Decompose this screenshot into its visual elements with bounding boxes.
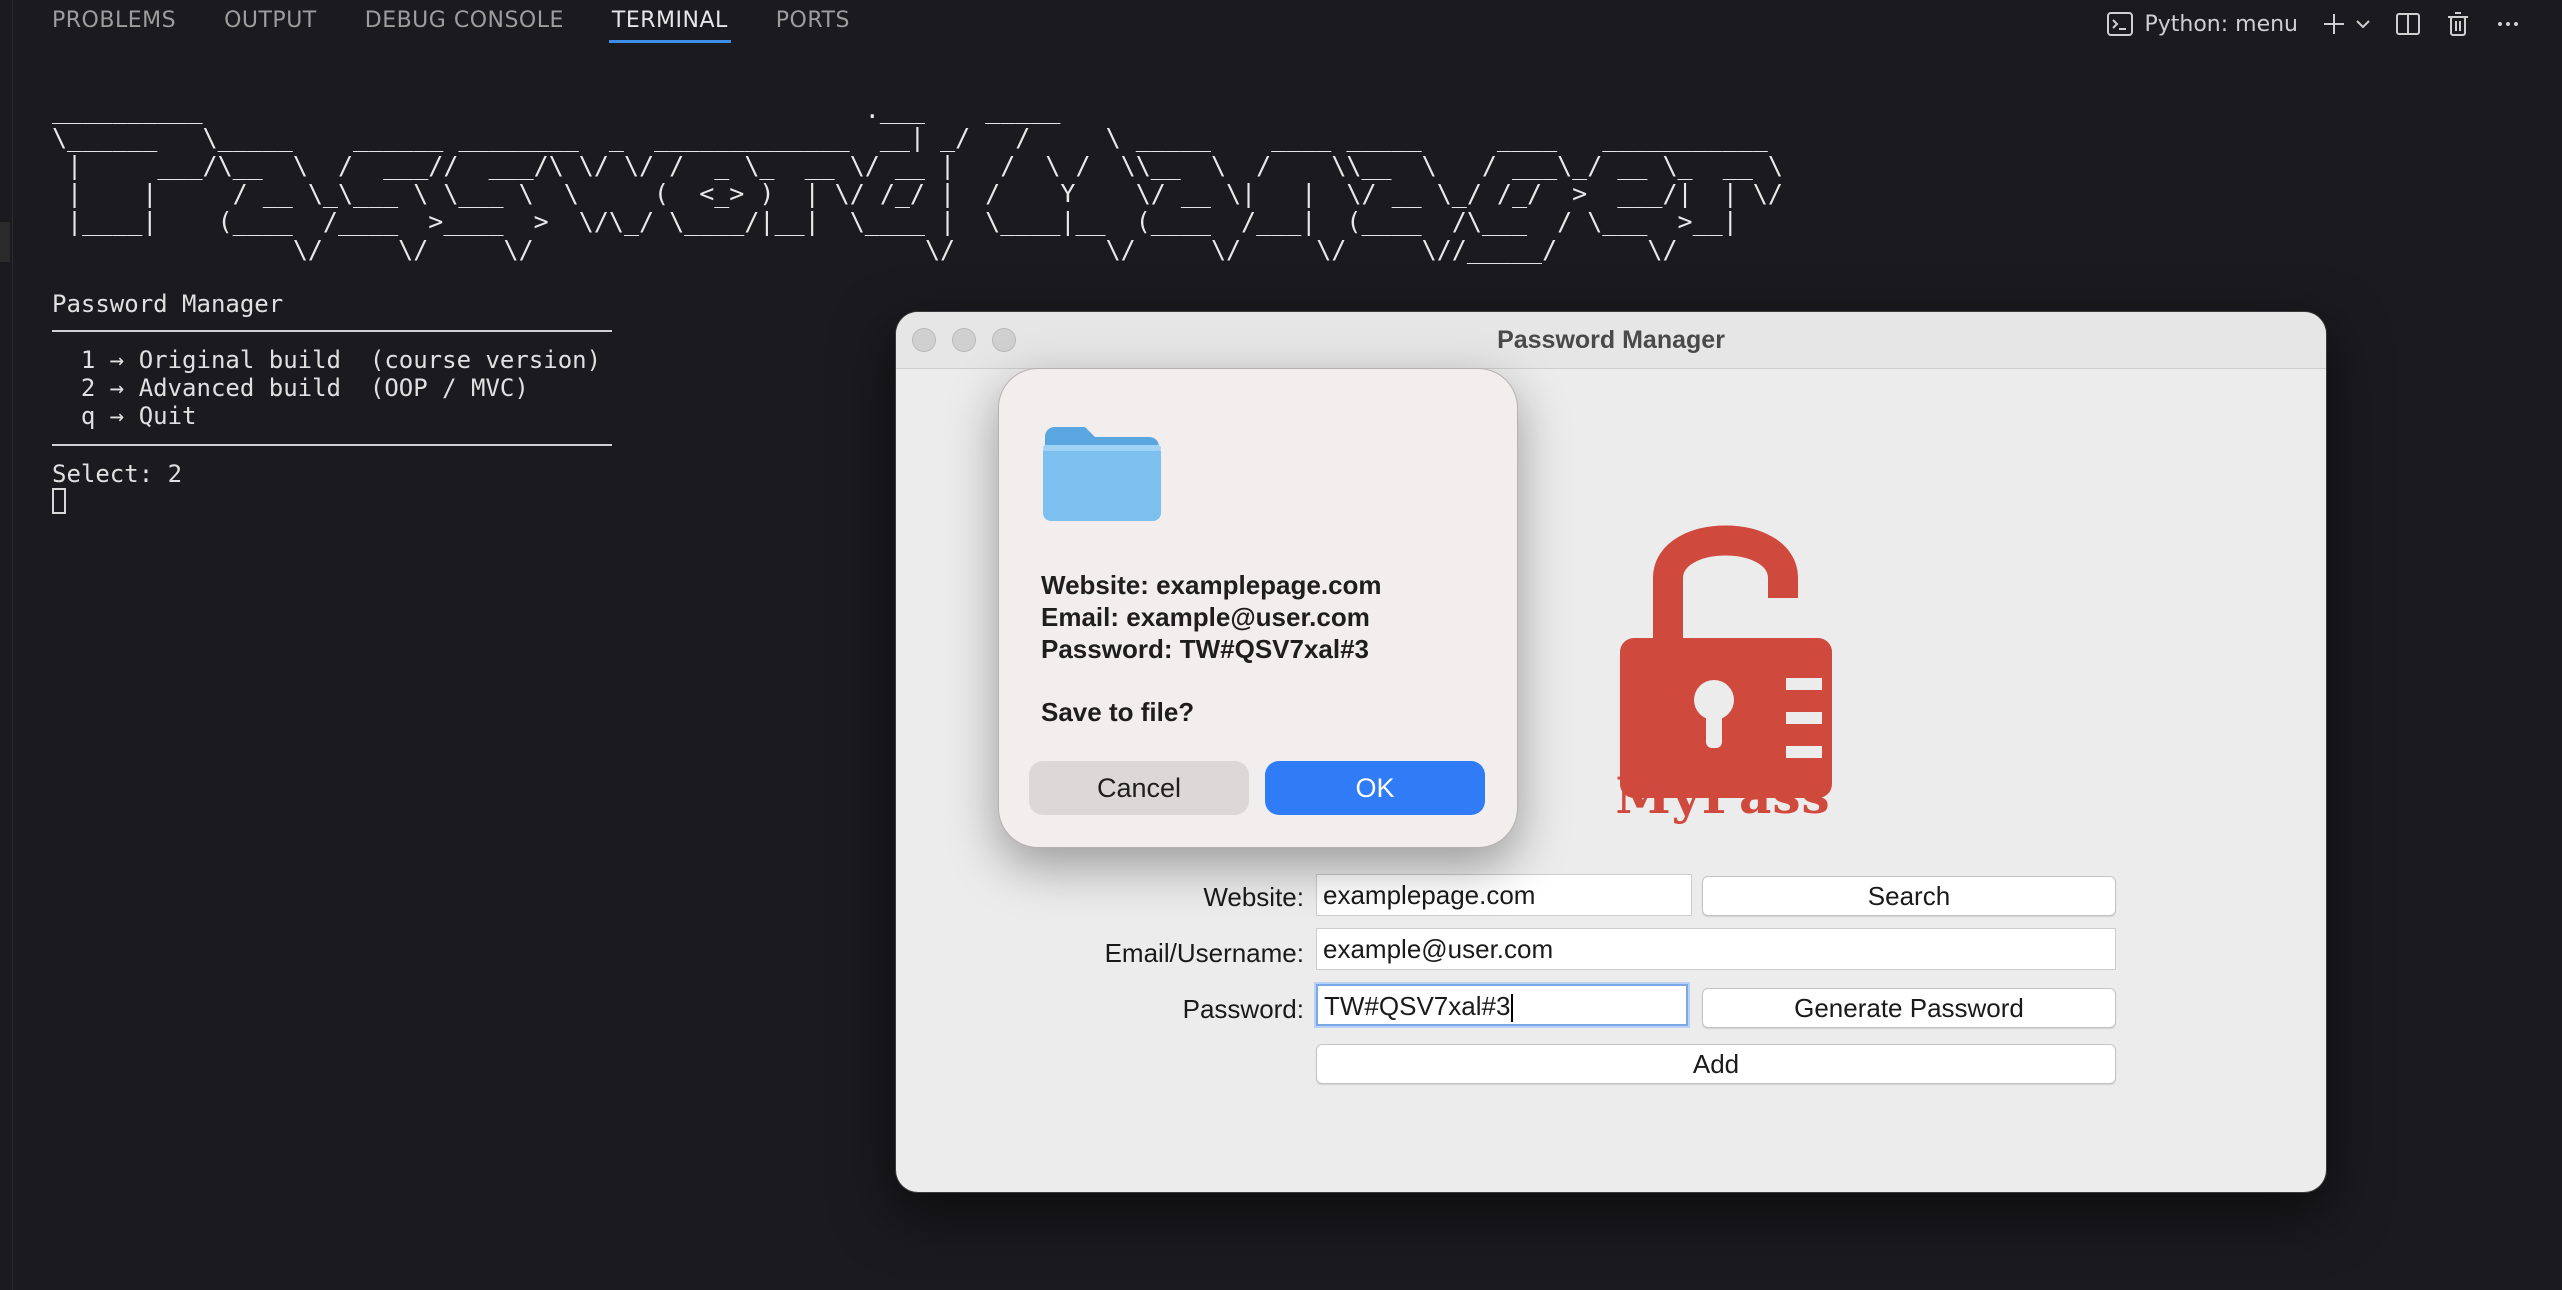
tab-output[interactable]: OUTPUT [224, 0, 317, 44]
split-icon[interactable] [2394, 10, 2422, 38]
terminal-cursor [52, 488, 66, 514]
text-caret [1511, 994, 1514, 1023]
terminal-icon [2106, 10, 2134, 38]
plus-icon[interactable] [2320, 10, 2348, 38]
ascii-banner: __________ .___ _____ \______ \_____ ___… [52, 95, 1783, 264]
menu-option-1: 1 → Original build (course version) [52, 346, 602, 374]
menu-option-q: q → Quit [52, 402, 197, 430]
terminal-profile-button[interactable]: Python: menu [2106, 10, 2298, 38]
dialog-message: Website: examplepage.com Email: example@… [1041, 569, 1382, 665]
edge-marker [0, 222, 10, 262]
tab-problems[interactable]: PROBLEMS [52, 0, 176, 44]
menu-divider-bottom [52, 444, 612, 446]
tab-ports[interactable]: PORTS [776, 0, 850, 44]
menu-option-2: 2 → Advanced build (OOP / MVC) [52, 374, 529, 402]
select-prompt: Select: 2 [52, 460, 183, 488]
password-value: TW#QSV7xal#3 [1324, 991, 1511, 1021]
generate-password-button[interactable]: Generate Password [1702, 988, 2116, 1028]
trash-icon[interactable] [2444, 10, 2472, 38]
terminal-profile-label: Python: menu [2144, 11, 2298, 37]
dialog-email-line: Email: example@user.com [1041, 602, 1370, 632]
activity-edge [0, 0, 13, 1290]
logo-text: MyPass [1615, 766, 1831, 825]
window-title: Password Manager [1497, 326, 1725, 354]
mypass-logo: MyPass [1608, 508, 1838, 828]
password-label: Password: [1182, 994, 1304, 1024]
panel-tabs: PROBLEMS OUTPUT DEBUG CONSOLE TERMINAL P… [52, 0, 898, 48]
tab-debug-console[interactable]: DEBUG CONSOLE [365, 0, 564, 44]
save-confirm-dialog: Website: examplepage.com Email: example@… [998, 368, 1518, 848]
dialog-website-line: Website: examplepage.com [1041, 570, 1382, 600]
cancel-button[interactable]: Cancel [1029, 761, 1249, 815]
search-button[interactable]: Search [1702, 876, 2116, 916]
window-titlebar[interactable]: Password Manager [896, 312, 2326, 369]
chevron-down-icon[interactable] [2354, 10, 2372, 38]
menu-title: Password Manager [52, 290, 284, 318]
add-button[interactable]: Add [1316, 1044, 2116, 1084]
dialog-question: Save to file? [1041, 697, 1195, 727]
password-input[interactable]: TW#QSV7xal#3 [1316, 984, 1688, 1026]
tab-terminal[interactable]: TERMINAL [608, 0, 731, 44]
ellipsis-icon[interactable] [2494, 10, 2522, 38]
email-label: Email/Username: [1104, 938, 1304, 968]
folder-icon [1041, 423, 1163, 523]
terminal-output[interactable]: __________ .___ _____ \______ \_____ ___… [52, 96, 1783, 264]
menu-divider-top [52, 330, 612, 332]
website-input[interactable]: examplepage.com [1316, 874, 1692, 916]
dialog-password-line: Password: TW#QSV7xal#3 [1041, 634, 1370, 664]
menu-options: 1 → Original build (course version) 2 → … [52, 346, 601, 430]
website-label: Website: [1203, 882, 1304, 912]
panel-toolbar: Python: menu [2106, 6, 2522, 42]
email-input[interactable]: example@user.com [1316, 928, 2116, 970]
ok-button[interactable]: OK [1265, 761, 1485, 815]
